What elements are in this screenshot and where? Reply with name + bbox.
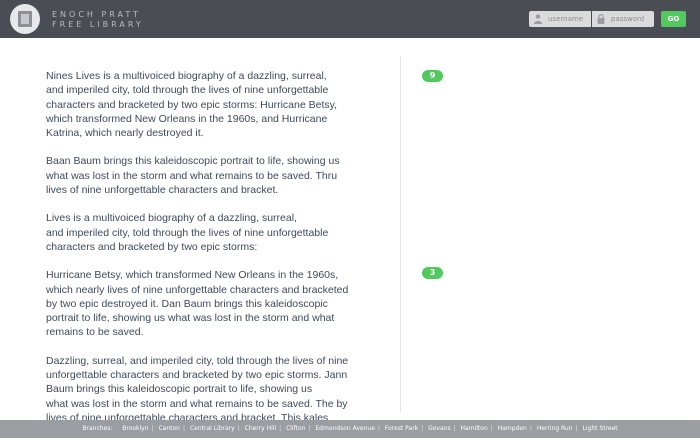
brand-name: ENOCH PRATT FREE LIBRARY bbox=[52, 10, 144, 30]
branch-link[interactable]: Canton bbox=[158, 425, 180, 432]
branch-link[interactable]: Brooklyn bbox=[122, 425, 148, 432]
branches-label: Branches: bbox=[82, 425, 113, 432]
column-divider bbox=[400, 56, 401, 412]
go-button[interactable]: GO bbox=[661, 11, 686, 27]
annotation-count-badge[interactable]: 3 bbox=[422, 267, 443, 279]
top-bar: ENOCH PRATT FREE LIBRARY username passwo… bbox=[0, 0, 700, 38]
article-body: Nines Lives is a multivoiced biography o… bbox=[46, 69, 356, 420]
brand-line-2: FREE LIBRARY bbox=[52, 20, 144, 29]
branch-link[interactable]: Clifton bbox=[286, 425, 305, 432]
paragraph: Nines Lives is a multivoiced biography o… bbox=[46, 70, 338, 140]
annotation-count-badge[interactable]: 9 bbox=[422, 70, 443, 82]
password-placeholder: password bbox=[611, 15, 645, 23]
branch-link[interactable]: Forest Park bbox=[385, 425, 418, 432]
paragraph: Baan Baum brings this kaleidoscopic port… bbox=[46, 155, 340, 197]
book-icon bbox=[18, 11, 32, 27]
branch-link[interactable]: Light Street bbox=[583, 425, 618, 432]
user-icon bbox=[534, 14, 542, 24]
branch-link[interactable]: Hampden bbox=[498, 425, 527, 432]
branch-link[interactable]: Herring Run bbox=[537, 425, 573, 432]
paragraph: Dazzling, surreal, and imperiled city, t… bbox=[46, 354, 349, 420]
branches-footer: Branches: Brooklyn | Canton | Central Libr… bbox=[0, 420, 700, 438]
brand-line-1: ENOCH PRATT bbox=[52, 10, 142, 19]
password-field[interactable]: password bbox=[592, 11, 654, 27]
lock-icon bbox=[597, 14, 605, 24]
branch-link[interactable]: Govans bbox=[428, 425, 450, 432]
branch-link[interactable]: Cherry Hill bbox=[245, 425, 276, 432]
username-field[interactable]: username bbox=[529, 11, 591, 27]
paragraph: Hurricane Betsy, which transformed New O… bbox=[46, 269, 349, 339]
branch-link[interactable]: Hamilton bbox=[461, 425, 488, 432]
paragraph: Lives is a multivoiced biography of a da… bbox=[46, 212, 329, 253]
branch-link[interactable]: Central Library bbox=[190, 425, 235, 432]
branch-link[interactable]: Edmondson Avenue bbox=[315, 425, 375, 432]
library-logo[interactable] bbox=[10, 4, 40, 34]
username-placeholder: username bbox=[548, 15, 583, 23]
